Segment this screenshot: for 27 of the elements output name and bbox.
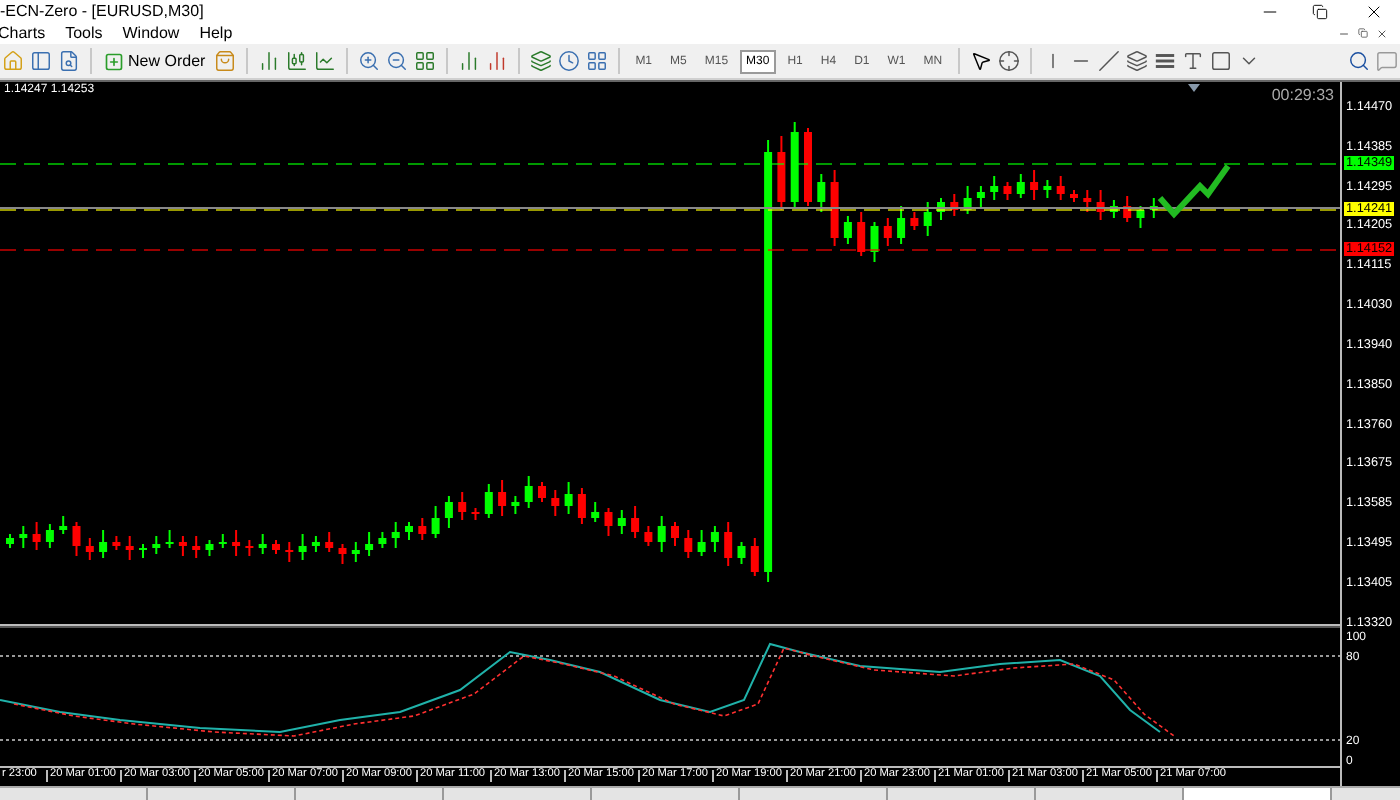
- cursor-icon[interactable]: [970, 50, 993, 72]
- crosshair-icon[interactable]: [998, 50, 1021, 72]
- candlestick-icon[interactable]: [285, 50, 308, 72]
- zoom-in-icon[interactable]: [357, 50, 380, 72]
- search-icon[interactable]: [1348, 50, 1370, 72]
- new-order-button[interactable]: New Order: [102, 51, 208, 71]
- bar-chart-icon[interactable]: [257, 50, 280, 72]
- close-icon[interactable]: [1364, 1, 1384, 21]
- close-icon[interactable]: [1376, 27, 1388, 39]
- add-order-icon: [104, 51, 124, 71]
- line-chart-icon[interactable]: [313, 50, 336, 72]
- restore-icon[interactable]: [1312, 3, 1328, 19]
- menu-item[interactable]: Help: [199, 25, 233, 41]
- candle-timer: 00:29:33: [1271, 88, 1334, 104]
- bag-icon[interactable]: [213, 50, 236, 72]
- minimize-icon[interactable]: [1338, 27, 1350, 39]
- shift-marker-icon[interactable]: [1188, 84, 1200, 92]
- text-icon[interactable]: [1182, 50, 1205, 72]
- window-title: -ECN-Zero - [EURUSD,M30]: [0, 3, 204, 19]
- menu-item[interactable]: Window: [122, 25, 180, 41]
- grid-icon[interactable]: [413, 50, 436, 72]
- zoom-out-icon[interactable]: [385, 50, 408, 72]
- menu-item[interactable]: Tools: [65, 25, 103, 41]
- trendline-icon[interactable]: [1098, 50, 1121, 72]
- document-search-icon[interactable]: [58, 50, 80, 72]
- clock-icon[interactable]: [557, 50, 580, 72]
- panel-icon[interactable]: [30, 50, 52, 72]
